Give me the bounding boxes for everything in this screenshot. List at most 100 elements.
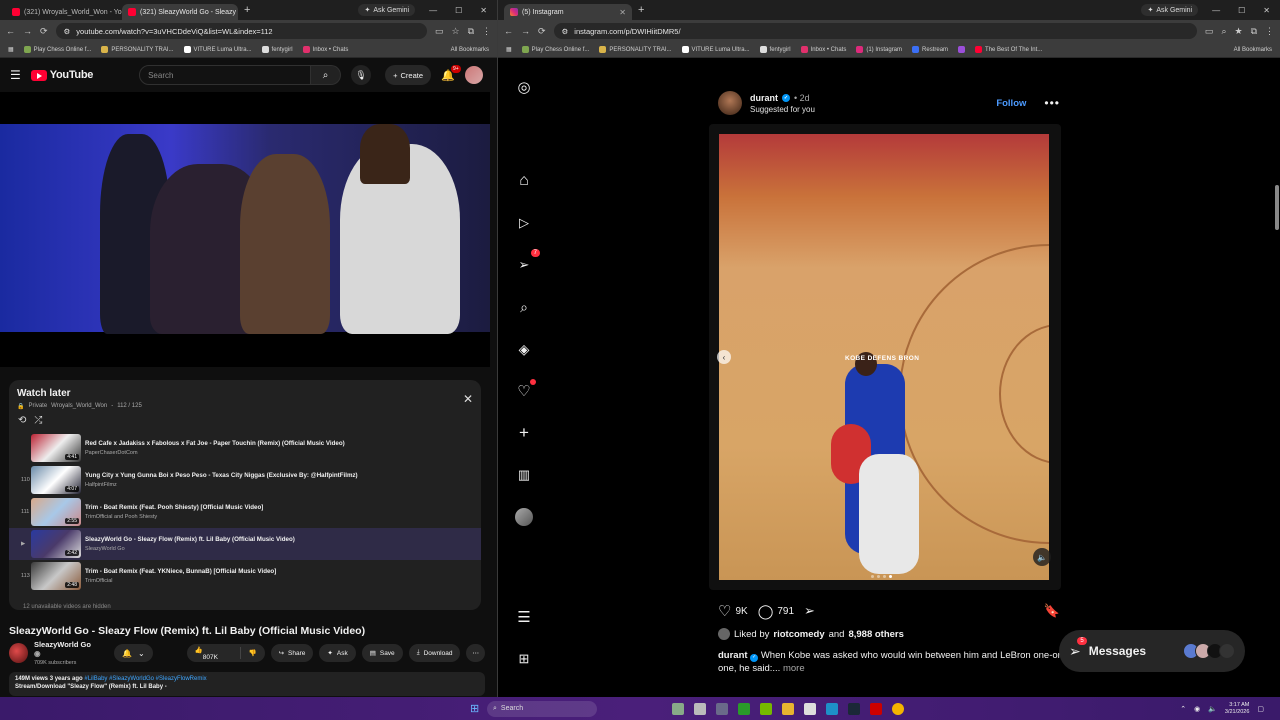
gaming-app-icon[interactable]	[738, 702, 750, 715]
extensions-icon[interactable]: ⧉	[468, 26, 474, 37]
new-tab-button[interactable]: +	[632, 4, 650, 16]
home-icon[interactable]: ⌂	[514, 171, 534, 191]
share-button[interactable]: ➢	[804, 603, 815, 619]
audio-toggle-icon[interactable]: 🔈	[1033, 548, 1051, 566]
notifications-heart-icon[interactable]: ♡	[514, 379, 536, 401]
new-tab-button[interactable]: +	[238, 4, 256, 16]
hamburger-menu-icon[interactable]: ☰	[10, 68, 21, 82]
bookmark-inbox[interactable]: Inbox • Chats	[800, 46, 846, 53]
close-icon[interactable]: ✕	[463, 392, 473, 406]
task-view-icon[interactable]	[694, 702, 706, 715]
cast-icon[interactable]: ▭	[435, 26, 444, 37]
scrollbar[interactable]	[1275, 185, 1279, 230]
back-icon[interactable]: ←	[504, 26, 513, 36]
profile-avatar[interactable]	[514, 507, 534, 527]
site-info-icon[interactable]: ⚙	[64, 27, 71, 36]
all-bookmarks[interactable]: All Bookmarks	[451, 47, 489, 53]
share-button[interactable]: ↪ Share	[270, 644, 314, 662]
channel-avatar[interactable]	[9, 643, 28, 663]
messages-button[interactable]: ➢ 5 Messages	[1059, 630, 1245, 672]
download-button[interactable]: ⤓ Download	[408, 644, 461, 662]
liked-by-others[interactable]: 8,988 others	[848, 629, 903, 640]
create-plus-icon[interactable]: +	[514, 423, 534, 443]
list-item[interactable]: 113 2:48 Trim - Boat Remix (Feat. YKNiec…	[9, 560, 481, 592]
bookmark-viture[interactable]: VITURE Luma Ultra...	[681, 46, 750, 53]
bookmark-viture[interactable]: VITURE Luma Ultra...	[183, 46, 252, 53]
url-field[interactable]: ⚙ instagram.com/p/DWIHiitDMR5/	[553, 23, 1197, 39]
bookmark-personality[interactable]: PERSONALITY TRAI...	[599, 46, 672, 53]
menu-dots-icon[interactable]: ⋮	[482, 26, 491, 37]
file-explorer-icon[interactable]	[782, 702, 794, 715]
channel-name[interactable]: SleazyWorld Go ◉	[34, 640, 96, 658]
steam-icon[interactable]	[848, 702, 860, 715]
bookmark-star-icon[interactable]: ★	[1234, 26, 1242, 37]
reels-icon[interactable]: ▷	[514, 213, 534, 233]
hashtags[interactable]: #LilBaby #SleazyWorldGo #SleazyFlowRemix	[84, 676, 206, 682]
list-item[interactable]: 111 2:55 Trim - Boat Remix (Feat. Pooh S…	[9, 496, 481, 528]
tab-sleazyworld[interactable]: (321) SleazyWorld Go - Sleazy ✕	[122, 4, 238, 20]
bookmark-personality[interactable]: PERSONALITY TRAI...	[101, 46, 174, 53]
caption-username[interactable]: durant	[718, 650, 748, 661]
bookmark-restream[interactable]: Restream	[912, 46, 948, 53]
nvidia-icon[interactable]	[760, 702, 772, 715]
shuffle-icon[interactable]: ⤮	[34, 415, 42, 426]
also-from-meta-icon[interactable]: ⊞	[514, 649, 534, 669]
save-button[interactable]: 🔖	[1044, 603, 1060, 619]
explore-icon[interactable]: ◈	[514, 339, 534, 359]
volume-icon[interactable]: 🔈	[1208, 705, 1217, 713]
bookmark-best-of[interactable]: The Best Of The Int...	[975, 46, 1042, 53]
list-item[interactable]: 4:41 Red Cafe x Jadakiss x Fabolous x Fa…	[9, 432, 481, 464]
like-button[interactable]: 👍 807K	[187, 646, 240, 661]
app-icon[interactable]	[870, 702, 882, 715]
playlist-title[interactable]: Watch later	[17, 388, 473, 399]
tab-instagram[interactable]: (5) Instagram ✕	[504, 4, 632, 20]
subscription-bell-button[interactable]: 🔔 ⌄	[114, 644, 153, 662]
windows-start-icon[interactable]: ⊞	[470, 702, 479, 715]
post-author-avatar[interactable]	[718, 91, 742, 115]
bookmark-chess[interactable]: Play Chess Online f...	[23, 46, 91, 53]
liked-by-user[interactable]: riotcomedy	[773, 629, 824, 640]
minimize-icon[interactable]: —	[429, 6, 437, 15]
search-input[interactable]: Search	[139, 65, 312, 85]
youtube-logo[interactable]: YouTube	[30, 69, 93, 81]
clock[interactable]: 3:17 AM 3/21/2026	[1225, 702, 1249, 716]
search-icon[interactable]: ⌕	[514, 297, 534, 317]
bookmark-star-icon[interactable]: ☆	[451, 26, 459, 37]
apps-icon[interactable]: ▦	[506, 46, 512, 53]
description-box[interactable]: 149M views 3 years ago #LilBaby #SleazyW…	[9, 672, 485, 696]
bookmark-chess[interactable]: Play Chess Online f...	[521, 46, 589, 53]
close-window-icon[interactable]: ✕	[480, 6, 487, 15]
menu-dots-icon[interactable]: ⋮	[1265, 26, 1274, 37]
ask-gemini-button[interactable]: ✦ Ask Gemini	[1141, 4, 1199, 16]
extensions-icon[interactable]: ⧉	[1251, 26, 1257, 37]
notifications-button[interactable]: 🔔 9+	[441, 64, 461, 82]
comment-button[interactable]: ◯ 791	[758, 603, 794, 620]
all-bookmarks[interactable]: All Bookmarks	[1234, 47, 1272, 53]
edge-icon[interactable]	[826, 702, 838, 715]
maximize-icon[interactable]: ☐	[1238, 6, 1245, 15]
apps-icon[interactable]: ▦	[8, 46, 14, 53]
notification-center-icon[interactable]: ▢	[1257, 705, 1264, 713]
bookmark-fentygirl[interactable]: fentygirl	[759, 46, 791, 53]
forward-icon[interactable]: →	[23, 26, 32, 36]
settings-icon[interactable]	[716, 702, 728, 715]
liker-avatar[interactable]	[718, 628, 730, 640]
avatar[interactable]	[464, 66, 483, 84]
voice-search-button[interactable]: 🎙	[351, 65, 372, 85]
save-button[interactable]: ▤ Save	[361, 644, 403, 662]
ask-gemini-button[interactable]: ✦ Ask Gemini	[358, 4, 416, 16]
minimize-icon[interactable]: —	[1212, 6, 1220, 15]
previous-slide-button[interactable]: ‹	[717, 350, 731, 364]
widgets-icon[interactable]	[672, 702, 684, 715]
post-options-icon[interactable]: •••	[1044, 96, 1060, 110]
chrome-icon[interactable]	[892, 702, 904, 715]
playlist-owner[interactable]: Wroyals_World_Won	[51, 403, 107, 410]
list-item[interactable]: 110 4:07 Yung City x Yung Gunna Boi x Pe…	[9, 464, 481, 496]
tray-chevron-icon[interactable]: ⌃	[1180, 705, 1186, 713]
tab-wroyals[interactable]: (321) Wroyals_World_Won - Yo ✕	[6, 4, 122, 20]
zoom-icon[interactable]: ⌕	[1221, 26, 1226, 37]
back-icon[interactable]: ←	[6, 26, 15, 36]
cast-icon[interactable]: ▭	[1205, 26, 1214, 37]
ask-button[interactable]: ✦ Ask	[319, 644, 356, 662]
create-button[interactable]: + Create	[385, 65, 431, 85]
